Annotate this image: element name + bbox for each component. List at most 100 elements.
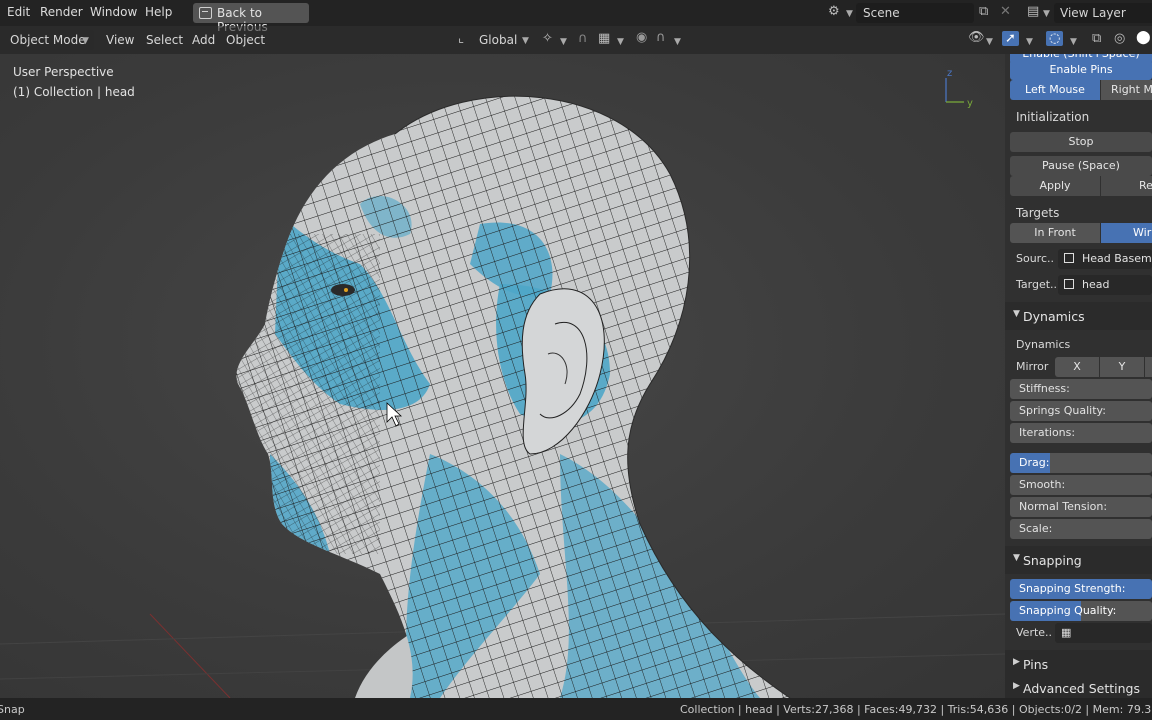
pivot-point-icon[interactable]: ✧ — [542, 31, 553, 46]
mirror-z-toggle[interactable] — [1145, 357, 1152, 377]
snap-chevron-icon[interactable]: ▼ — [617, 37, 624, 47]
scene-icon[interactable]: ⚙ — [828, 4, 840, 19]
snapping-panel-title: Snapping — [1023, 553, 1082, 568]
3d-viewport[interactable]: User Perspective (1) Collection | head z… — [0, 54, 1005, 698]
targets-heading: Targets — [1016, 206, 1060, 220]
stiffness-field[interactable]: Stiffness: — [1010, 379, 1152, 399]
scene-name: Scene — [863, 6, 900, 20]
dynamics-panel-title: Dynamics — [1023, 309, 1085, 324]
menu-window[interactable]: Window — [90, 5, 137, 19]
pause-button[interactable]: Pause (Space) — [1010, 156, 1152, 176]
menu-select[interactable]: Select — [146, 33, 183, 47]
viewport-canvas — [0, 95, 1005, 698]
object-mode-label: Object Mode — [10, 33, 86, 47]
menu-help[interactable]: Help — [145, 5, 172, 19]
menu-object[interactable]: Object — [226, 33, 265, 47]
viewport-info-overlay: User Perspective (1) Collection | head — [13, 62, 135, 102]
object-mode-dropdown[interactable]: Object Mode ▼ — [0, 30, 94, 50]
snapping-strength-slider[interactable]: Snapping Strength: — [1010, 579, 1152, 599]
falloff-chevron-icon[interactable]: ▼ — [674, 37, 681, 47]
expanded-triangle-icon: ▼ — [1013, 309, 1020, 319]
proportional-edit-icon[interactable]: ◉ — [636, 30, 647, 45]
view-layer-name: View Layer — [1060, 6, 1126, 20]
dynamics-subheading: Dynamics — [1016, 338, 1071, 351]
snapping-quality-slider[interactable]: Snapping Quality: — [1010, 601, 1152, 621]
overlays-toggle-icon[interactable]: ◌ — [1046, 31, 1064, 46]
properties-sidebar: Enable (Shift+Space) Enable Pins Left Mo… — [1005, 54, 1152, 700]
gizmo-z-label: z — [947, 68, 952, 79]
source-object-field[interactable]: Head Basemes — [1058, 249, 1152, 269]
normal-tension-field[interactable]: Normal Tension: — [1010, 497, 1152, 517]
source-label: Sourc.. — [1016, 252, 1055, 265]
apply-button[interactable]: Apply — [1010, 176, 1100, 196]
right-mouse-button[interactable]: Right M — [1101, 80, 1152, 100]
overlays-chevron-icon[interactable]: ▼ — [1070, 37, 1077, 47]
solid-shading-icon[interactable]: ⬤ — [1136, 30, 1151, 45]
visibility-chevron-icon[interactable]: ▼ — [986, 37, 993, 47]
falloff-curve-icon[interactable]: ∩ — [656, 30, 666, 45]
navigation-gizmo[interactable]: z y — [936, 64, 986, 110]
mesh-object-icon — [1064, 253, 1074, 263]
initialization-heading: Initialization — [1016, 110, 1090, 124]
menu-render[interactable]: Render — [40, 5, 83, 19]
vertex-group-label: Verte.. — [1016, 626, 1053, 639]
collapsed-triangle-icon: ▶ — [1013, 681, 1020, 691]
vertex-group-field[interactable]: ▦ — [1055, 623, 1152, 643]
scene-selector[interactable]: Scene — [856, 3, 974, 23]
view-layer-chevron-icon[interactable]: ▼ — [1043, 9, 1050, 19]
drag-slider[interactable]: Drag: — [1010, 453, 1152, 473]
viewport-header: Object Mode ▼ View Select Add Object ⌞ G… — [0, 26, 1005, 54]
gizmo-toggle-icon[interactable]: ➚ — [1002, 31, 1019, 46]
mesh-object-icon — [1064, 279, 1074, 289]
new-scene-icon[interactable]: ⧉ — [979, 4, 988, 19]
left-mouse-button[interactable]: Left Mouse — [1010, 80, 1100, 100]
back-to-previous-button[interactable]: Back to Previous — [193, 3, 309, 34]
view-layer-icon[interactable]: ▤ — [1027, 4, 1039, 19]
reset-button[interactable]: Res — [1101, 176, 1152, 196]
top-menu-bar: Edit Render Window Help Back to Previous… — [0, 0, 1152, 34]
scene-statistics: Collection | head | Verts:27,368 | Faces… — [680, 703, 1152, 716]
mirror-y-toggle[interactable]: Y — [1100, 357, 1144, 377]
source-object-name: Head Basemes — [1082, 252, 1152, 265]
menu-add[interactable]: Add — [192, 33, 215, 47]
shading-header: ➚ ▼ ◌ ▼ ⧉ ◎ ⬤ — [1000, 26, 1152, 54]
snap-target-icon[interactable]: ▦ — [598, 31, 610, 46]
smooth-field[interactable]: Smooth: — [1010, 475, 1152, 495]
visibility-eye-icon[interactable]: 👁 — [968, 30, 985, 45]
view-perspective-label: User Perspective — [13, 65, 114, 79]
advanced-settings-panel-header[interactable]: ▶ Advanced Settings — [1005, 674, 1152, 700]
in-front-toggle[interactable]: In Front — [1010, 223, 1100, 243]
wire-toggle[interactable]: Wir — [1101, 223, 1152, 243]
view-layer-selector[interactable]: View Layer — [1054, 3, 1152, 23]
collapsed-triangle-icon: ▶ — [1013, 657, 1020, 667]
status-left-text: Snap — [0, 703, 25, 716]
stop-button[interactable]: Stop — [1010, 132, 1152, 152]
enable-pins-button[interactable]: Enable Pins — [1010, 60, 1152, 80]
scene-dropdown-chevron-icon[interactable]: ▼ — [846, 9, 853, 19]
mirror-x-toggle[interactable]: X — [1055, 357, 1099, 377]
advanced-settings-panel-title: Advanced Settings — [1023, 681, 1140, 696]
orientation-label: Global — [479, 33, 518, 47]
target-label: Target.. — [1016, 278, 1058, 291]
wireframe-shading-icon[interactable]: ◎ — [1114, 31, 1125, 46]
dynamics-panel-header[interactable]: ▼ Dynamics — [1005, 302, 1152, 330]
iterations-field[interactable]: Iterations: — [1010, 423, 1152, 443]
transform-orientation-dropdown[interactable]: ⌞ Global ▼ — [455, 30, 531, 50]
scale-field[interactable]: Scale: — [1010, 519, 1152, 539]
mirror-label: Mirror — [1016, 360, 1049, 373]
target-object-name: head — [1082, 278, 1110, 291]
gizmo-chevron-icon[interactable]: ▼ — [1026, 37, 1033, 47]
xray-toggle-icon[interactable]: ⧉ — [1092, 31, 1101, 46]
delete-scene-icon[interactable]: ✕ — [1000, 4, 1011, 19]
snap-toggle-icon[interactable]: ∩ — [578, 31, 588, 46]
pivot-chevron-icon[interactable]: ▼ — [560, 37, 567, 47]
orientation-axes-icon: ⌞ — [458, 31, 465, 46]
springs-quality-field[interactable]: Springs Quality: — [1010, 401, 1152, 421]
pins-panel-title: Pins — [1023, 657, 1049, 672]
vertex-group-icon: ▦ — [1061, 626, 1072, 639]
chevron-down-icon: ▼ — [522, 36, 529, 46]
menu-view[interactable]: View — [106, 33, 134, 47]
target-object-field[interactable]: head — [1058, 275, 1152, 295]
snapping-panel-header[interactable]: ▼ Snapping — [1005, 546, 1152, 574]
menu-edit[interactable]: Edit — [7, 5, 30, 19]
